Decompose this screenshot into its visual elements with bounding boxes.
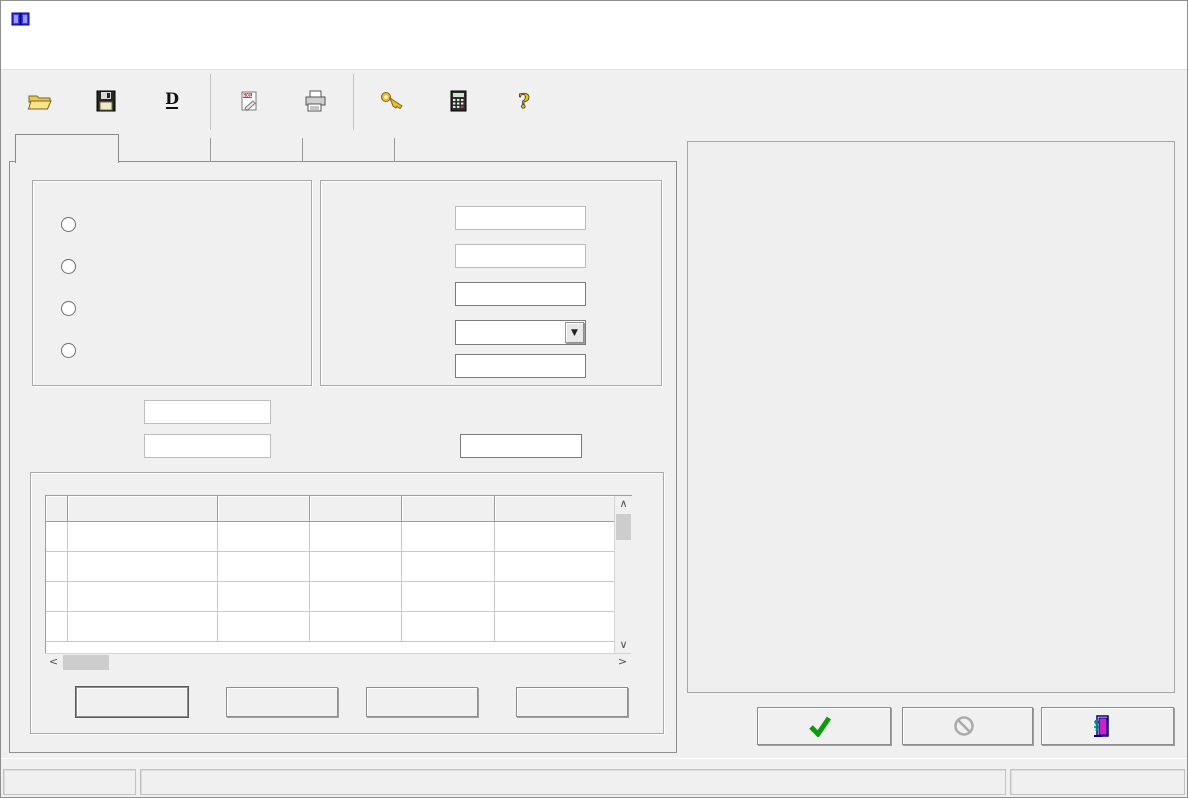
- scrollbar-thumb[interactable]: [616, 514, 631, 540]
- id-current-input[interactable]: [455, 206, 586, 230]
- harmonic-ratio-input[interactable]: [455, 282, 586, 306]
- check-icon: [808, 715, 832, 737]
- stop-icon: [953, 715, 975, 737]
- maximize-button[interactable]: [1056, 1, 1102, 37]
- relay-characteristic-chart: [688, 162, 1174, 692]
- status-panel: [140, 769, 1006, 795]
- delete-all-button[interactable]: [516, 687, 628, 717]
- status-bar: [1, 764, 1187, 798]
- stop-test-button[interactable]: [902, 707, 1033, 745]
- test-points-group: ∧ ∨ < >: [30, 472, 664, 734]
- table-vertical-scrollbar[interactable]: ∧ ∨: [614, 496, 632, 654]
- open-params-button[interactable]: [7, 73, 73, 131]
- radio-ratio-boundary-search[interactable]: [61, 217, 76, 232]
- connection-status: [3, 769, 136, 795]
- row-check-cell[interactable]: [46, 612, 68, 642]
- close-button[interactable]: [1126, 1, 1172, 37]
- table-row[interactable]: [46, 582, 632, 612]
- virtual-keyboard-key-icon: [379, 89, 405, 113]
- help-button[interactable]: ?: [491, 73, 557, 131]
- harmonic-step-input[interactable]: [460, 434, 582, 458]
- calculator-icon: [446, 89, 470, 113]
- row-check-cell[interactable]: [46, 522, 68, 552]
- scroll-up-icon[interactable]: ∧: [615, 496, 632, 513]
- save-floppy-icon: [94, 89, 118, 113]
- resolution-input[interactable]: [144, 434, 271, 458]
- save-params-button[interactable]: [73, 73, 139, 131]
- calculator-button[interactable]: [425, 73, 491, 131]
- toolbar-separator: [210, 74, 211, 130]
- exit-button[interactable]: [1041, 707, 1174, 745]
- default-params-icon: D: [160, 89, 184, 113]
- scrollbar-thumb[interactable]: [63, 655, 109, 670]
- save-report-button[interactable]: EXL: [216, 73, 282, 131]
- status-panel: [1010, 769, 1185, 795]
- tab-test-items[interactable]: [15, 134, 119, 163]
- col-harmonic-coef[interactable]: [495, 496, 615, 522]
- svg-text:D: D: [165, 89, 179, 108]
- test-point-setup-group: ▼: [320, 180, 662, 386]
- app-icon: [11, 10, 31, 28]
- scroll-right-icon[interactable]: >: [614, 654, 631, 671]
- minimize-button[interactable]: [986, 1, 1032, 37]
- tab-test-device[interactable]: [121, 138, 211, 162]
- toolbar: D EXL: [1, 69, 1187, 134]
- table-header-row: [46, 496, 632, 522]
- help-question-icon: ?: [512, 89, 536, 113]
- row-check-cell[interactable]: [46, 552, 68, 582]
- title-bar: [1, 1, 1187, 37]
- radio-harmonic-point-test[interactable]: [61, 343, 76, 358]
- relay-characteristic-chart-panel: [687, 141, 1175, 693]
- col-fundamental-current[interactable]: [310, 496, 402, 522]
- radio-ratio-point-test[interactable]: [61, 259, 76, 274]
- test-points-table: ∧ ∨: [45, 495, 632, 654]
- default-params-button[interactable]: D: [139, 73, 205, 131]
- id-step-input[interactable]: [144, 400, 271, 424]
- add-sequence-button[interactable]: [76, 687, 188, 717]
- harmonic-order-select[interactable]: ▼: [455, 320, 586, 345]
- radio-harmonic-boundary-search[interactable]: [61, 301, 76, 316]
- delete-selected-button[interactable]: [366, 687, 478, 717]
- col-harmonic-current[interactable]: [218, 496, 310, 522]
- test-item-select-group: [32, 180, 312, 386]
- scroll-down-icon[interactable]: ∨: [615, 637, 632, 654]
- menu-bar: [1, 37, 1187, 69]
- table-row[interactable]: [46, 552, 632, 582]
- table-horizontal-scrollbar[interactable]: < >: [45, 653, 631, 671]
- tab-switch-inputs[interactable]: [213, 138, 303, 162]
- svg-text:EXL: EXL: [243, 93, 252, 99]
- view-report-printer-icon: [302, 89, 328, 113]
- open-folder-icon: [27, 89, 53, 113]
- row-check-cell[interactable]: [46, 582, 68, 612]
- col-action-value[interactable]: [402, 496, 495, 522]
- view-report-button[interactable]: [282, 73, 348, 131]
- toolbar-separator: [353, 74, 354, 130]
- start-test-button[interactable]: [757, 707, 891, 745]
- ir-current-input[interactable]: [455, 244, 586, 268]
- col-check[interactable]: [46, 496, 68, 522]
- virtual-keyboard-button[interactable]: [359, 73, 425, 131]
- save-report-icon: EXL: [237, 89, 261, 113]
- table-row[interactable]: [46, 522, 632, 552]
- svg-text:?: ?: [518, 89, 530, 113]
- app-window: D EXL: [0, 0, 1188, 798]
- scroll-left-icon[interactable]: <: [45, 654, 62, 671]
- add-point-button[interactable]: [226, 687, 338, 717]
- col-test-item[interactable]: [68, 496, 218, 522]
- tab-test-params[interactable]: [305, 138, 395, 162]
- test-items-panel: ▼: [9, 161, 677, 753]
- harmonic-phase-input[interactable]: [455, 354, 586, 378]
- table-row[interactable]: [46, 612, 632, 642]
- chevron-down-icon[interactable]: ▼: [565, 322, 584, 343]
- exit-door-icon: [1093, 714, 1115, 738]
